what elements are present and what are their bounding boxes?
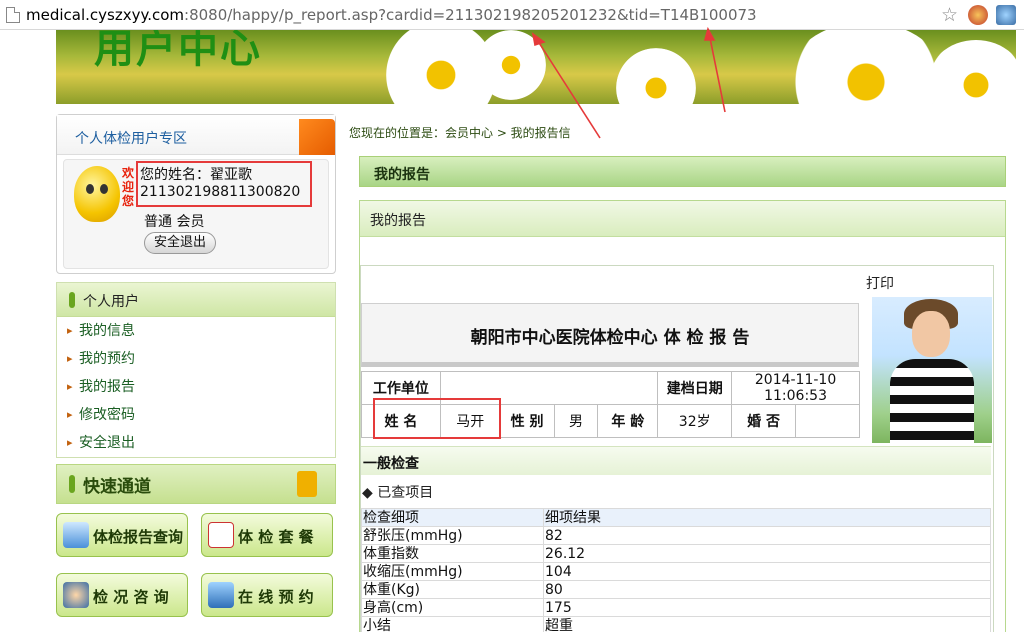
medical-kit-icon — [208, 522, 234, 548]
item-name: 舒张压(mmHg) — [361, 526, 544, 545]
orange-tab-decoration — [299, 119, 335, 155]
extension-icon[interactable] — [968, 4, 988, 25]
table-row: 舒张压(mmHg) 82 — [361, 526, 991, 545]
url-text[interactable]: medical.cyszxyy.com:8080/happy/p_report.… — [26, 6, 941, 24]
panel-title: 我的报告 — [370, 213, 426, 229]
item-value: 175 — [543, 598, 991, 617]
section-bar-icon — [69, 475, 75, 493]
url-path: :8080/happy/p_report.asp?cardid=21130219… — [184, 5, 757, 24]
flower-decoration — [786, 30, 946, 104]
checked-items-label: ◆ 已查项目 — [362, 485, 434, 501]
personal-menu: 个人用户 我的信息 我的预约 我的报告 修改密码 安全退出 — [56, 282, 336, 458]
page-icon — [6, 6, 20, 23]
item-name: 体重指数 — [361, 544, 544, 563]
user-zone-body: 欢迎您！ 您的姓名：翟亚歌 211302198811300820 普通 会员 安… — [63, 159, 329, 269]
table-header-row: 检查细项 细项结果 — [361, 508, 991, 527]
quick-access-header: 快速通道 — [56, 464, 336, 504]
user-zone: 个人体检用户专区 欢迎您！ 您的姓名：翟亚歌 21130219881130082… — [56, 114, 336, 274]
consult-button[interactable]: 检 况 咨 询 — [56, 573, 188, 617]
age-value: 32岁 — [657, 404, 733, 438]
general-exam-title: 一般检查 — [363, 456, 419, 472]
item-value: 26.12 — [543, 544, 991, 563]
column-header: 检查细项 — [361, 508, 544, 527]
report-query-label: 体检报告查询 — [93, 528, 184, 546]
report-header-title: 我的报告 — [374, 167, 430, 183]
extension-icon-2[interactable] — [996, 4, 1016, 25]
general-exam-header: 一般检查 — [361, 446, 991, 475]
age-label: 年 龄 — [597, 404, 659, 438]
table-row: 小结 超重 — [361, 616, 991, 632]
print-link[interactable]: 打印 — [866, 273, 894, 293]
report-header-bar: 我的报告 — [359, 156, 1006, 187]
menu-item-my-info[interactable]: 我的信息 — [57, 317, 335, 345]
left-sidebar: 个人体检用户专区 欢迎您！ 您的姓名：翟亚歌 21130219881130082… — [56, 114, 336, 504]
patient-photo — [872, 297, 992, 443]
file-date-label: 建档日期 — [657, 371, 733, 405]
marriage-value — [795, 404, 860, 438]
panel-header: 我的报告 — [360, 201, 1005, 237]
magnifier-icon — [63, 522, 89, 548]
table-row: 体重(Kg) 80 — [361, 580, 991, 599]
package-label: 体 检 套 餐 — [238, 528, 314, 546]
gender-value: 男 — [553, 404, 599, 438]
user-level: 普通 会员 — [144, 214, 205, 230]
quick-access-title: 快速通道 — [83, 477, 151, 497]
user-zone-header: 个人体检用户专区 — [57, 115, 335, 155]
online-booking-button[interactable]: 在 线 预 约 — [201, 573, 333, 617]
url-host: medical.cyszxyy.com — [26, 5, 185, 24]
flower-decoration — [476, 30, 546, 100]
bookmark-star-icon[interactable]: ☆ — [941, 4, 958, 26]
logout-button[interactable]: 安全退出 — [144, 232, 216, 254]
menu-item-my-booking[interactable]: 我的预约 — [57, 345, 335, 373]
signpost-icon — [297, 471, 317, 497]
file-date-value: 2014-11-10 11:06:53 — [731, 371, 860, 405]
menu-item-change-password[interactable]: 修改密码 — [57, 401, 335, 429]
item-name: 体重(Kg) — [361, 580, 544, 599]
table-row: 体重指数 26.12 — [361, 544, 991, 563]
menu-item-logout[interactable]: 安全退出 — [57, 429, 335, 457]
highlight-box — [373, 398, 501, 439]
banner-title: 用户中心 — [94, 30, 262, 72]
flower-decoration — [616, 48, 696, 104]
column-header: 细项结果 — [543, 508, 991, 527]
gender-label: 性 别 — [499, 404, 555, 438]
mascot-icon — [74, 166, 120, 222]
report-query-button[interactable]: 体检报告查询 — [56, 513, 188, 557]
table-row: 收缩压(mmHg) 104 — [361, 562, 991, 581]
personal-menu-title: 个人用户 — [83, 294, 139, 310]
table-row: 身高(cm) 175 — [361, 598, 991, 617]
item-value: 104 — [543, 562, 991, 581]
user-zone-title: 个人体检用户专区 — [75, 131, 187, 147]
user-name: 您的姓名：翟亚歌 — [140, 167, 252, 183]
marriage-label: 婚 否 — [731, 404, 797, 438]
item-name: 收缩压(mmHg) — [361, 562, 544, 581]
section-bar-icon — [69, 292, 75, 308]
breadcrumb: 您现在的位置是：会员中心 > 我的报告信 — [349, 126, 571, 140]
report-title: 朝阳市中心医院体检中心 体 检 报 告 — [470, 328, 750, 348]
item-value: 80 — [543, 580, 991, 599]
online-booking-label: 在 线 预 约 — [238, 588, 314, 606]
report-title-box: 朝阳市中心医院体检中心 体 检 报 告 — [361, 303, 859, 367]
personal-menu-header: 个人用户 — [57, 283, 335, 317]
item-name: 身高(cm) — [361, 598, 544, 617]
flower-decoration — [926, 40, 1016, 104]
item-name: 小结 — [361, 616, 544, 632]
person-icon — [63, 582, 89, 608]
results-table: 检查细项 细项结果 舒张压(mmHg) 82 体重指数 26.12 收缩压(mmHg… — [361, 508, 991, 632]
computer-icon — [208, 582, 234, 608]
menu-item-my-report[interactable]: 我的报告 — [57, 373, 335, 401]
item-value: 超重 — [543, 616, 991, 632]
item-value: 82 — [543, 526, 991, 545]
user-card-id: 211302198811300820 — [140, 184, 301, 200]
address-bar[interactable]: medical.cyszxyy.com:8080/happy/p_report.… — [0, 0, 1024, 30]
package-button[interactable]: 体 检 套 餐 — [201, 513, 333, 557]
banner: 用户中心 — [56, 30, 1016, 104]
consult-label: 检 况 咨 询 — [93, 588, 169, 606]
